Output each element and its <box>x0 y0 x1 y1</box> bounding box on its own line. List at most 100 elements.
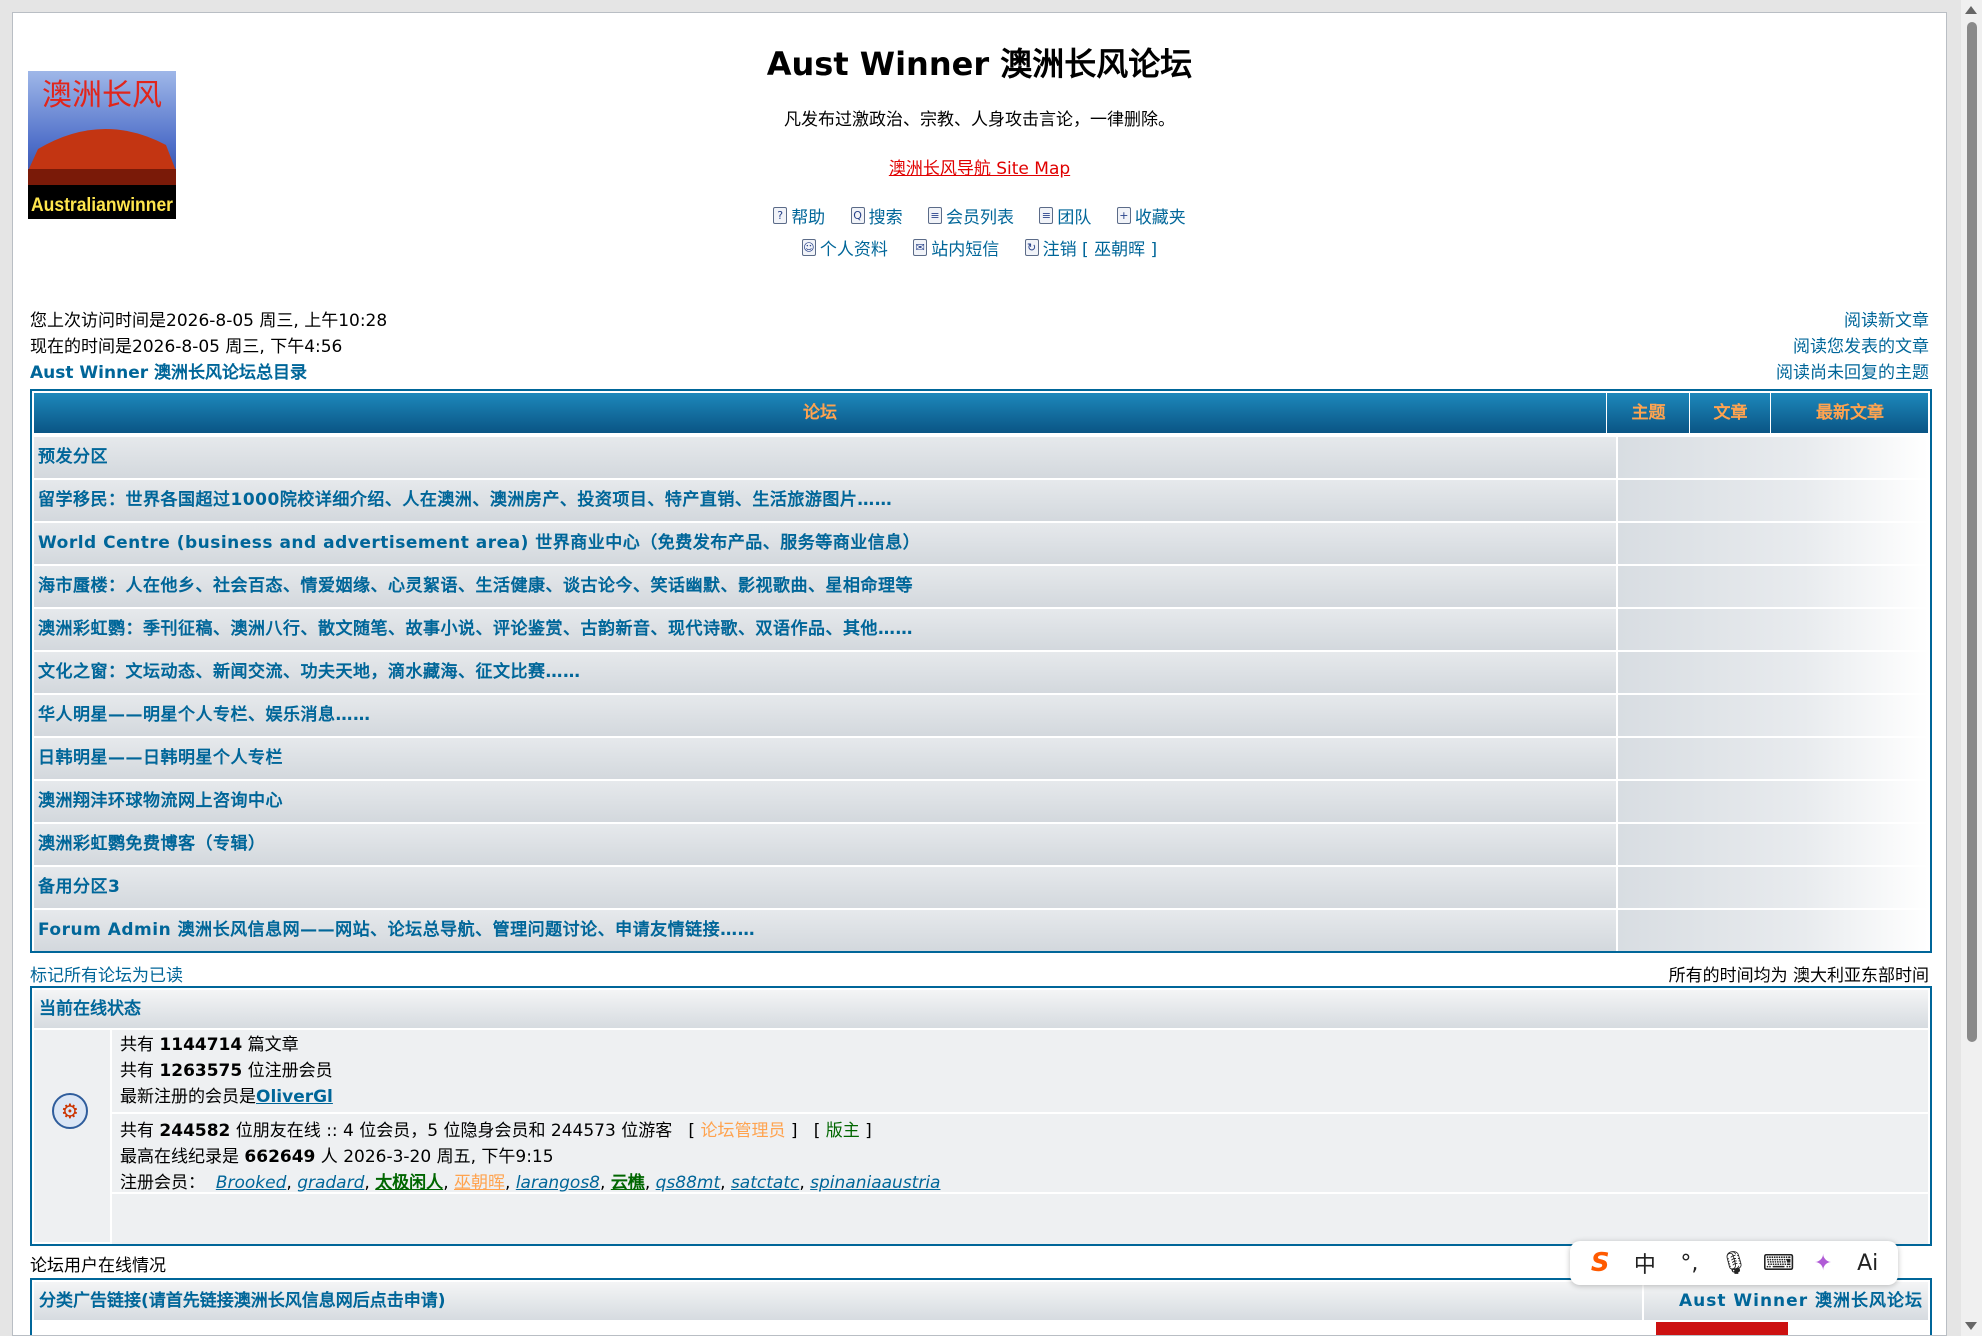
nav-profile[interactable]: ☺ 个人资料 <box>801 235 888 260</box>
online-status-header: 当前在线状态 <box>34 990 1928 1028</box>
col-last-post: 最新文章 <box>1770 393 1929 433</box>
category-link[interactable]: Forum Admin 澳洲长风信息网——网站、论坛总导航、管理问题讨论、申请友… <box>38 910 755 951</box>
read-new-posts-link[interactable]: 阅读新文章 <box>1844 311 1929 331</box>
site-logo[interactable]: 澳洲长风 Australianwinner <box>28 71 176 219</box>
category-link[interactable]: 海市蜃楼：人在他乡、社会百态、情爱姻缘、心灵絮语、生活健康、谈古论今、笑话幽默、… <box>38 566 913 607</box>
online-user-link[interactable]: qs88mt <box>656 1173 721 1193</box>
messages-icon: ✉ <box>913 239 928 256</box>
newest-user-link[interactable]: OliverGl <box>256 1087 333 1107</box>
nav-help[interactable]: ? 帮助 <box>773 203 825 228</box>
moderator-legend: 版主 <box>825 1121 860 1141</box>
category-link[interactable]: 备用分区3 <box>38 867 120 908</box>
online-user-link[interactable]: gradard <box>297 1173 364 1193</box>
forum-rows: 预发分区 留学移民：世界各国超过1000院校详细介绍、人在澳洲、澳洲房产、投资项… <box>34 435 1928 951</box>
online-user-link[interactable]: larangos8 <box>516 1173 600 1193</box>
category-row: Forum Admin 澳洲长风信息网——网站、论坛总导航、管理问题讨论、申请友… <box>34 908 1928 951</box>
read-your-posts-link[interactable]: 阅读您发表的文章 <box>1793 337 1929 357</box>
punctuation-toggle[interactable]: °, <box>1672 1251 1706 1276</box>
online-user-link[interactable]: spinaniaaustria <box>810 1173 940 1193</box>
ads-left-header: 分类广告链接(请首先链接澳洲长风信息网后点击申请) <box>39 1291 446 1311</box>
col-topics: 主题 <box>1606 393 1690 433</box>
category-link[interactable]: 澳洲彩虹鹦免费博客（专辑） <box>38 824 266 865</box>
online-user-link[interactable]: 太极闲人 <box>375 1173 443 1193</box>
timezone-note: 所有的时间均为 澳大利亚东部时间 <box>1668 966 1929 986</box>
category-row: 文化之窗：文坛动态、新闻交流、功夫天地，滴水藏海、征文比赛…… <box>34 650 1928 693</box>
logout-icon: ↻ <box>1024 239 1039 256</box>
category-link[interactable]: 澳洲彩虹鹦：季刊征稿、澳洲八行、散文随笔、故事小说、评论鉴赏、古韵新音、现代诗歌… <box>38 609 913 650</box>
ime-lang-toggle[interactable]: 中 <box>1628 1247 1662 1279</box>
user-status-label: 论坛用户在线情况 <box>30 1256 166 1276</box>
last-visit-text: 您上次访问时间是2026-8-05 周三, 上午10:28 <box>30 311 388 331</box>
nav-logout[interactable]: ↻ 注销 [ 巫朝晖 ] <box>1024 235 1157 260</box>
category-row: 澳洲彩虹鹦免费博客（专辑） <box>34 822 1928 865</box>
category-link[interactable]: 澳洲翔沣环球物流网上咨询中心 <box>38 781 283 822</box>
forum-table: 论坛 主题 文章 最新文章 预发分区 留学移民：世界各国超过1000院校详细介绍… <box>30 389 1932 953</box>
forum-table-header: 论坛 主题 文章 最新文章 <box>34 393 1928 433</box>
forum-index-link[interactable]: Aust Winner 澳洲长风论坛总目录 <box>30 363 307 383</box>
quick-links: 阅读新文章 阅读您发表的文章 阅读尚未回复的主题 <box>1776 308 1929 386</box>
category-row: 预发分区 <box>34 435 1928 478</box>
profile-icon: ☺ <box>801 239 816 256</box>
category-link[interactable]: 日韩明星——日韩明星个人专栏 <box>38 738 283 779</box>
nav-row-1: ? 帮助 Q 搜索 ≡ 会员列表 ≡ 团队 + 收藏夹 <box>13 203 1946 228</box>
category-link[interactable]: World Centre (business and advertisement… <box>38 523 920 564</box>
nav-search[interactable]: Q 搜索 <box>850 203 903 228</box>
nav-messages[interactable]: ✉ 站内短信 <box>913 235 999 260</box>
category-link[interactable]: 文化之窗：文坛动态、新闻交流、功夫天地，滴水藏海、征文比赛…… <box>38 652 581 693</box>
skin-icon[interactable]: ✦ <box>1806 1251 1840 1276</box>
col-forum: 论坛 <box>803 403 837 423</box>
keyboard-icon[interactable]: ⌨ <box>1762 1251 1796 1276</box>
visit-info: 您上次访问时间是2026-8-05 周三, 上午10:28 现在的时间是2026… <box>30 308 387 386</box>
category-row: 华人明星——明星个人专栏、娱乐消息…… <box>34 693 1928 736</box>
nav-memberlist[interactable]: ≡ 会员列表 <box>928 203 1014 228</box>
admin-legend: 论坛管理员 <box>700 1121 786 1141</box>
category-row: 澳洲彩虹鹦：季刊征稿、澳洲八行、散文随笔、故事小说、评论鉴赏、古韵新音、现代诗歌… <box>34 607 1928 650</box>
record-count: 662649 <box>244 1147 316 1167</box>
registered-users-list: 注册会员： Brooked, gradard, 太极闲人, 巫朝晖, laran… <box>120 1173 941 1193</box>
online-user-link[interactable]: 巫朝晖 <box>454 1173 505 1193</box>
online-status-box: 当前在线状态 ⚙ 共有 1144714 篇文章 共有 1263575 位注册会员… <box>30 986 1932 1246</box>
total-users: 1263575 <box>159 1061 243 1081</box>
sitemap-link[interactable]: 澳洲长风导航 Site Map <box>889 159 1070 179</box>
sogou-logo-icon[interactable]: S <box>1583 1248 1617 1278</box>
online-user-link[interactable]: Brooked <box>216 1173 287 1193</box>
online-count: 244582 <box>159 1121 231 1141</box>
memberlist-icon: ≡ <box>928 207 942 224</box>
current-time-text: 现在的时间是2026-8-05 周三, 下午4:56 <box>30 337 343 357</box>
help-icon: ? <box>773 207 788 224</box>
whosonline-icon: ⚙ <box>52 1093 88 1129</box>
ads-table: 分类广告链接(请首先链接澳洲长风信息网后点击申请) Aust Winner 澳洲… <box>30 1278 1932 1335</box>
mic-icon[interactable]: 🎙 <box>1717 1251 1751 1276</box>
nav-group[interactable]: ≡ 团队 <box>1039 203 1091 228</box>
ad-banner[interactable] <box>1656 1322 1788 1335</box>
nav-favorites[interactable]: + 收藏夹 <box>1116 203 1186 228</box>
ime-toolbar: S 中 °, 🎙 ⌨ ✦ Ai <box>1570 1241 1898 1285</box>
scroll-thumb[interactable] <box>1967 22 1977 1042</box>
category-row: 海市蜃楼：人在他乡、社会百态、情爱姻缘、心灵絮语、生活健康、谈古论今、笑话幽默、… <box>34 564 1928 607</box>
category-link[interactable]: 华人明星——明星个人专栏、娱乐消息…… <box>38 695 371 736</box>
ads-header: 分类广告链接(请首先链接澳洲长风信息网后点击申请) Aust Winner 澳洲… <box>34 1282 1928 1320</box>
favorites-icon: + <box>1116 207 1131 224</box>
category-row: 留学移民：世界各国超过1000院校详细介绍、人在澳洲、澳洲房产、投资项目、特产直… <box>34 478 1928 521</box>
online-user-link[interactable]: satctatc <box>731 1173 799 1193</box>
forum-stats: 共有 1144714 篇文章 共有 1263575 位注册会员 最新注册的会员是… <box>112 1030 1928 1112</box>
group-icon: ≡ <box>1039 207 1054 224</box>
vertical-scrollbar[interactable] <box>1961 0 1982 1336</box>
ai-button[interactable]: Ai <box>1851 1251 1885 1276</box>
total-posts: 1144714 <box>159 1035 243 1055</box>
scroll-down-arrow-icon[interactable] <box>1965 1322 1977 1330</box>
scroll-up-arrow-icon[interactable] <box>1965 6 1977 14</box>
category-link[interactable]: 预发分区 <box>38 437 108 478</box>
col-posts: 文章 <box>1689 393 1771 433</box>
site-title: Aust Winner 澳洲长风论坛 <box>766 45 1193 83</box>
category-row: World Centre (business and advertisement… <box>34 521 1928 564</box>
read-unanswered-link[interactable]: 阅读尚未回复的主题 <box>1776 363 1929 383</box>
nav-row-2: ☺ 个人资料 ✉ 站内短信 ↻ 注销 [ 巫朝晖 ] <box>13 235 1946 260</box>
mark-all-read-link[interactable]: 标记所有论坛为已读 <box>30 961 183 986</box>
page: 澳洲长风 Australianwinner Aust Winner 澳洲长风论坛… <box>12 12 1947 1336</box>
category-row: 备用分区3 <box>34 865 1928 908</box>
sitemap-container: 澳洲长风导航 Site Map <box>13 154 1946 179</box>
category-link[interactable]: 留学移民：世界各国超过1000院校详细介绍、人在澳洲、澳洲房产、投资项目、特产直… <box>38 480 892 521</box>
ads-right-header: Aust Winner 澳洲长风论坛 <box>1678 1291 1923 1311</box>
online-user-link[interactable]: 云樵 <box>611 1173 645 1193</box>
